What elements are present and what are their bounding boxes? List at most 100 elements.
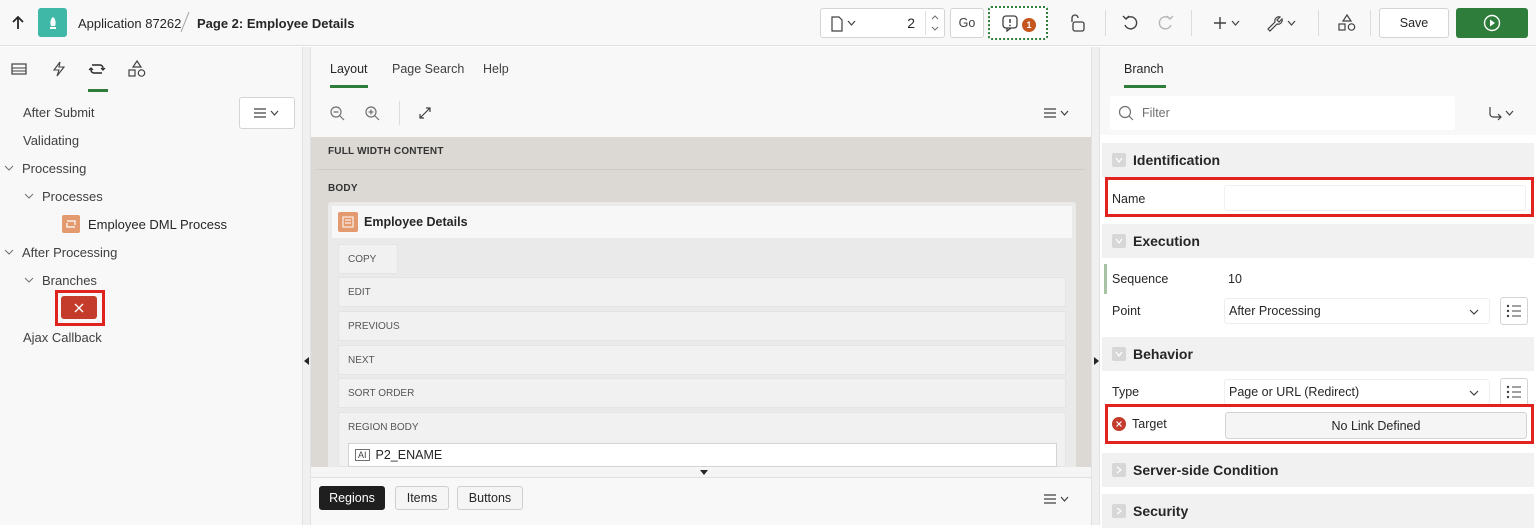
group-title: Server-side Condition <box>1133 462 1279 478</box>
shared-components-tab-icon[interactable] <box>126 59 148 79</box>
slot-next[interactable]: NEXT <box>338 345 1066 375</box>
chevron-down-icon[interactable] <box>24 275 34 285</box>
chevron-down-icon[interactable] <box>1112 347 1126 361</box>
slot-label: PREVIOUS <box>348 320 400 332</box>
point-select[interactable]: After Processing <box>1224 298 1490 324</box>
divider <box>317 169 1085 170</box>
tree-node-after-processing[interactable]: After Processing <box>4 241 117 263</box>
page-number-input[interactable]: 2 <box>869 15 915 31</box>
tree-node-after-submit[interactable]: After Submit <box>23 101 95 123</box>
tree-menu-button[interactable] <box>239 97 295 129</box>
target-link-button[interactable]: No Link Defined <box>1225 412 1527 439</box>
right-splitter[interactable] <box>1091 47 1100 525</box>
group-title: Behavior <box>1133 346 1193 362</box>
left-splitter[interactable] <box>302 47 311 525</box>
group-identification[interactable]: Identification <box>1102 143 1534 177</box>
toolbar-divider <box>1105 10 1106 36</box>
tab-layout[interactable]: Layout <box>330 62 368 76</box>
tree-node-label: Employee DML Process <box>88 216 227 232</box>
goto-group-button[interactable] <box>1484 103 1520 123</box>
gallery-menu-button[interactable] <box>1039 489 1075 509</box>
processing-tab-icon[interactable] <box>86 59 108 79</box>
tab-page-search[interactable]: Page Search <box>392 62 464 76</box>
chevron-right-icon[interactable] <box>1112 504 1126 518</box>
group-behavior[interactable]: Behavior <box>1102 337 1534 371</box>
tree-node-processing[interactable]: Processing <box>4 157 86 179</box>
slot-label: EDIT <box>348 286 371 298</box>
tree-node-ajax-callback[interactable]: Ajax Callback <box>23 326 102 348</box>
utilities-menu-button[interactable] <box>1262 11 1302 35</box>
page-selector[interactable]: 2 <box>820 8 945 38</box>
item-p2-ename[interactable]: AI P2_ENAME <box>348 443 1057 467</box>
chevron-down-icon[interactable] <box>1112 153 1126 167</box>
zoom-in-icon[interactable] <box>362 103 382 123</box>
tree-node-employee-dml-process[interactable]: Employee DML Process <box>62 213 227 235</box>
left-pane: After Submit Validating Processing Proce… <box>0 47 302 525</box>
point-value: After Processing <box>1229 304 1321 318</box>
text-field-icon: AI <box>355 449 370 461</box>
chevron-down-icon[interactable] <box>4 247 14 257</box>
slot-copy[interactable]: COPY <box>338 244 398 274</box>
create-menu-button[interactable] <box>1210 11 1246 35</box>
expand-icon[interactable] <box>415 103 435 123</box>
branch-error-node[interactable] <box>61 296 97 319</box>
tree-node-label: After Processing <box>22 244 118 260</box>
chevron-right-icon[interactable] <box>1112 463 1126 477</box>
group-server-side-condition[interactable]: Server-side Condition <box>1102 453 1534 487</box>
page-title: Page 2: Employee Details <box>197 16 355 31</box>
filter-input[interactable]: Filter <box>1110 96 1455 130</box>
chevron-down-icon[interactable] <box>4 163 14 173</box>
list-options-button[interactable] <box>1500 297 1528 325</box>
slot-previous[interactable]: PREVIOUS <box>338 311 1066 341</box>
group-security[interactable]: Security <box>1102 494 1534 528</box>
undo-icon[interactable] <box>1118 11 1144 35</box>
collapse-left-icon <box>304 357 309 365</box>
group-title: Security <box>1133 503 1189 519</box>
layout-menu-button[interactable] <box>1039 103 1075 123</box>
chevron-down-icon[interactable] <box>1112 234 1126 248</box>
name-input[interactable] <box>1224 185 1526 211</box>
rendering-tab-icon[interactable] <box>8 59 30 79</box>
active-tab-underline <box>1124 85 1166 88</box>
search-icon <box>1118 105 1134 121</box>
play-icon <box>1483 14 1501 32</box>
resize-handle-icon[interactable] <box>700 470 708 476</box>
issues-button[interactable]: 1 <box>988 6 1048 40</box>
toolbar-divider <box>399 101 400 125</box>
group-execution[interactable]: Execution <box>1102 224 1534 258</box>
zoom-out-icon[interactable] <box>327 103 347 123</box>
slot-label: NEXT <box>348 354 375 366</box>
tab-buttons[interactable]: Buttons <box>457 486 523 510</box>
tab-branch[interactable]: Branch <box>1124 62 1164 76</box>
app-icon[interactable] <box>38 8 67 37</box>
tree-node-processes[interactable]: Processes <box>24 185 103 207</box>
list-icon <box>1506 304 1521 318</box>
app-name[interactable]: Application 87262 <box>78 16 181 31</box>
list-icon <box>1506 385 1521 399</box>
region-title: Employee Details <box>364 215 468 229</box>
tree-node-branches[interactable]: Branches <box>24 269 97 291</box>
tree-node-label: Processing <box>22 160 87 176</box>
shared-components-icon[interactable] <box>1334 11 1360 35</box>
issues-count-badge: 1 <box>1022 18 1036 32</box>
changed-indicator <box>1104 264 1107 294</box>
list-options-button[interactable] <box>1500 378 1528 406</box>
save-button[interactable]: Save <box>1379 8 1449 38</box>
type-select[interactable]: Page or URL (Redirect) <box>1224 379 1490 405</box>
tree-node-validating[interactable]: Validating <box>23 129 79 151</box>
dynamic-actions-tab-icon[interactable] <box>48 59 70 79</box>
slot-sort-order[interactable]: SORT ORDER <box>338 378 1066 408</box>
slot-edit[interactable]: EDIT <box>338 277 1066 307</box>
tab-help[interactable]: Help <box>483 62 509 76</box>
lock-icon[interactable] <box>1064 11 1092 35</box>
run-page-button[interactable] <box>1456 8 1528 38</box>
redo-icon[interactable] <box>1152 11 1178 35</box>
page-stepper[interactable] <box>925 11 943 35</box>
tab-regions[interactable]: Regions <box>319 486 385 510</box>
chevron-down-icon[interactable] <box>24 191 34 201</box>
up-arrow-icon[interactable] <box>8 12 28 34</box>
tab-items[interactable]: Items <box>395 486 449 510</box>
page-icon <box>831 16 843 32</box>
go-button[interactable]: Go <box>950 8 984 38</box>
sequence-input[interactable]: 10 <box>1224 266 1528 292</box>
